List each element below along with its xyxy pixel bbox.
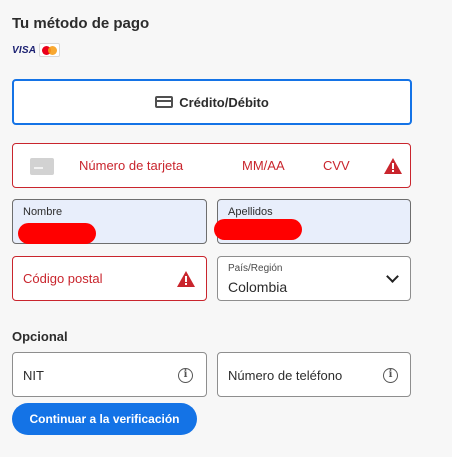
nit-placeholder: NIT bbox=[23, 368, 44, 383]
warning-icon bbox=[177, 271, 195, 287]
expiry-input[interactable]: MM/AA bbox=[242, 158, 285, 173]
phone-field[interactable]: Número de teléfono i bbox=[217, 352, 411, 397]
info-icon[interactable]: i bbox=[178, 368, 193, 383]
first-name-label: Nombre bbox=[23, 206, 63, 218]
credit-debit-tab[interactable]: Crédito/Débito bbox=[12, 79, 412, 125]
country-value: Colombia bbox=[228, 279, 288, 295]
card-details-field[interactable]: Número de tarjeta MM/AA CVV bbox=[12, 143, 411, 188]
continue-to-checkout-button[interactable]: Continuar a la verificación bbox=[12, 403, 197, 435]
credit-debit-label: Crédito/Débito bbox=[179, 94, 269, 110]
credit-card-icon bbox=[155, 96, 174, 108]
mastercard-icon bbox=[39, 43, 61, 57]
payment-method-title: Tu método de pago bbox=[12, 15, 150, 32]
country-select[interactable]: País/Región Colombia bbox=[217, 256, 411, 301]
last-name-field[interactable]: Apellidos bbox=[214, 199, 411, 244]
nit-field[interactable]: NIT i bbox=[12, 352, 207, 397]
country-label: País/Región bbox=[228, 263, 283, 274]
visa-logo: VISA bbox=[12, 44, 37, 56]
optional-heading: Opcional bbox=[12, 329, 68, 344]
phone-placeholder: Número de teléfono bbox=[228, 368, 343, 383]
card-placeholder-icon bbox=[30, 158, 54, 175]
last-name-label: Apellidos bbox=[228, 206, 273, 218]
accepted-cards: VISA bbox=[12, 43, 61, 57]
redaction-mark bbox=[214, 219, 302, 240]
warning-icon bbox=[384, 158, 402, 174]
info-icon[interactable]: i bbox=[383, 368, 398, 383]
cvv-input[interactable]: CVV bbox=[323, 158, 350, 173]
postal-code-placeholder: Código postal bbox=[23, 271, 103, 286]
first-name-field[interactable]: Nombre bbox=[12, 199, 207, 244]
chevron-down-icon bbox=[386, 270, 399, 283]
card-number-input[interactable]: Número de tarjeta bbox=[79, 158, 183, 173]
redaction-mark bbox=[18, 223, 96, 244]
postal-code-field[interactable]: Código postal bbox=[12, 256, 207, 301]
